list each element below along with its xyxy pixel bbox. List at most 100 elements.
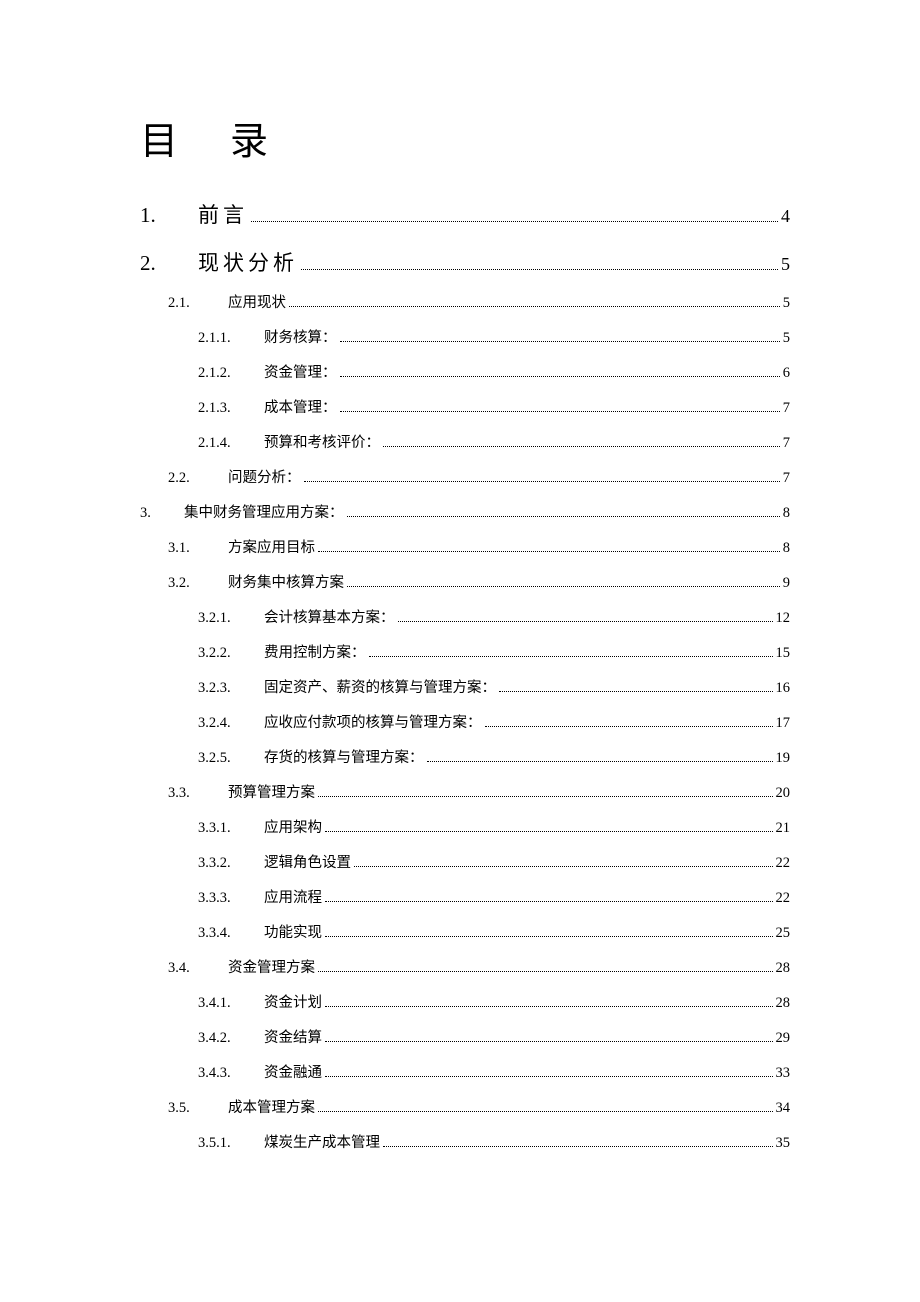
toc-entry-number: 2.1.2. (198, 365, 264, 382)
toc-entry-label: 问题分析： (228, 466, 301, 487)
toc-entry-label: 资金融通 (264, 1061, 322, 1082)
toc-entry-number: 3.4.1. (198, 995, 264, 1012)
toc-leader (325, 1032, 773, 1042)
toc-entry-page: 8 (783, 540, 790, 557)
toc-leader (383, 1137, 773, 1147)
toc-entry-number: 1. (140, 203, 198, 228)
toc-entry[interactable]: 2.1.4.预算和考核评价：7 (140, 431, 790, 452)
toc-entry-page: 8 (783, 505, 790, 522)
toc-leader (325, 927, 773, 937)
toc-entry-label: 财务集中核算方案 (228, 571, 344, 592)
toc-entry-number: 3.3. (168, 785, 228, 802)
toc-entry[interactable]: 3.2.财务集中核算方案9 (140, 571, 790, 592)
toc-entry-page: 5 (781, 254, 790, 275)
toc-entry-label: 应用流程 (264, 886, 322, 907)
toc-leader (325, 892, 773, 902)
toc-entry-number: 3.2.5. (198, 750, 264, 767)
toc-entry-label: 前言 (198, 199, 248, 229)
toc-entry[interactable]: 3.1.方案应用目标 8 (140, 536, 790, 557)
toc-entry-page: 7 (783, 400, 790, 417)
toc-entry[interactable]: 3.5.1.煤炭生产成本管理35 (140, 1131, 790, 1152)
toc-entry[interactable]: 3.3.3.应用流程 22 (140, 886, 790, 907)
toc-entry-page: 5 (783, 295, 790, 312)
toc-entry[interactable]: 3.4.1.资金计划 28 (140, 991, 790, 1012)
toc-entry-page: 34 (776, 1100, 791, 1117)
toc-entry[interactable]: 2.1.3.成本管理：7 (140, 396, 790, 417)
toc-leader (301, 255, 778, 270)
toc-entry-page: 28 (776, 995, 791, 1012)
toc-entry-page: 7 (783, 470, 790, 487)
toc-entry-label: 资金计划 (264, 991, 322, 1012)
toc-entry[interactable]: 2.1.应用现状5 (140, 291, 790, 312)
toc-entry[interactable]: 3.集中财务管理应用方案：8 (140, 501, 790, 522)
toc-entry[interactable]: 3.2.4.应收应付款项的核算与管理方案：17 (140, 711, 790, 732)
toc-leader (347, 507, 780, 517)
toc-entry-number: 3.2.1. (198, 610, 264, 627)
toc-entry-number: 3.3.2. (198, 855, 264, 872)
toc-entry-page: 5 (783, 330, 790, 347)
toc-entry-number: 2.1.1. (198, 330, 264, 347)
toc-entry-label: 逻辑角色设置 (264, 851, 351, 872)
toc-entry[interactable]: 3.2.2.费用控制方案：15 (140, 641, 790, 662)
toc-entry[interactable]: 3.3.预算管理方案20 (140, 781, 790, 802)
toc-entry-number: 3.2.2. (198, 645, 264, 662)
toc-entry-page: 21 (776, 820, 791, 837)
toc-entry-label: 功能实现 (264, 921, 322, 942)
toc-entry[interactable]: 2.1.2.资金管理：6 (140, 361, 790, 382)
toc-entry-label: 方案应用目标 (228, 536, 315, 557)
toc-entry-number: 3.3.3. (198, 890, 264, 907)
toc-entry-page: 28 (776, 960, 791, 977)
toc-entry-label: 资金管理方案 (228, 956, 315, 977)
toc-entry[interactable]: 3.3.2.逻辑角色设置22 (140, 851, 790, 872)
toc-entry[interactable]: 3.4.2.资金结算29 (140, 1026, 790, 1047)
toc-entry-label: 现状分析 (198, 247, 298, 277)
toc-entry[interactable]: 3.2.3.固定资产、薪资的核算与管理方案：16 (140, 676, 790, 697)
toc-entry-number: 3.2.3. (198, 680, 264, 697)
toc-entry[interactable]: 3.2.1.会计核算基本方案： 12 (140, 606, 790, 627)
toc-entry-label: 会计核算基本方案： (264, 606, 395, 627)
toc-entry-label: 预算管理方案 (228, 781, 315, 802)
toc-entry-number: 3.3.4. (198, 925, 264, 942)
toc-entry[interactable]: 2.2.问题分析：7 (140, 466, 790, 487)
toc-leader (354, 857, 773, 867)
toc-entry-label: 煤炭生产成本管理 (264, 1131, 380, 1152)
toc-leader (318, 962, 773, 972)
toc-entry[interactable]: 3.3.1.应用架构21 (140, 816, 790, 837)
toc-leader (251, 207, 778, 222)
toc-leader (318, 787, 773, 797)
toc-entry-number: 2.1. (168, 295, 228, 312)
toc-entry[interactable]: 3.2.5.存货的核算与管理方案：19 (140, 746, 790, 767)
toc-entry-number: 2.1.3. (198, 400, 264, 417)
toc-entry-page: 4 (781, 206, 790, 227)
toc-entry[interactable]: 2.现状分析5 (140, 247, 790, 277)
toc-leader (347, 577, 780, 587)
page-title: 目录 (140, 110, 790, 165)
toc-leader (340, 402, 780, 412)
toc-entry[interactable]: 3.4.3.资金融通33 (140, 1061, 790, 1082)
toc-entry-label: 成本管理方案 (228, 1096, 315, 1117)
toc-entry[interactable]: 3.3.4.功能实现25 (140, 921, 790, 942)
toc-leader (318, 542, 780, 552)
toc-entry[interactable]: 2.1.1.财务核算：5 (140, 326, 790, 347)
toc-entry-number: 3. (140, 505, 184, 522)
toc-entry-page: 22 (776, 890, 791, 907)
toc-entry-page: 12 (776, 610, 791, 627)
toc-leader (325, 822, 773, 832)
toc-entry-number: 3.3.1. (198, 820, 264, 837)
toc-leader (369, 647, 773, 657)
toc-entry-label: 固定资产、薪资的核算与管理方案： (264, 676, 496, 697)
toc-entry-label: 预算和考核评价： (264, 431, 380, 452)
toc-entry-label: 应收应付款项的核算与管理方案： (264, 711, 482, 732)
toc-entry[interactable]: 1.前言 4 (140, 199, 790, 229)
toc-leader (383, 437, 780, 447)
toc-leader (398, 612, 773, 622)
toc-leader (340, 367, 780, 377)
toc-entry-number: 3.1. (168, 540, 228, 557)
toc-entry[interactable]: 3.5.成本管理方案34 (140, 1096, 790, 1117)
toc-entry-page: 7 (783, 435, 790, 452)
toc-leader (325, 997, 773, 1007)
toc-entry[interactable]: 3.4.资金管理方案28 (140, 956, 790, 977)
toc-entry-number: 3.4.2. (198, 1030, 264, 1047)
toc-leader (485, 717, 773, 727)
toc-entry-number: 3.2.4. (198, 715, 264, 732)
